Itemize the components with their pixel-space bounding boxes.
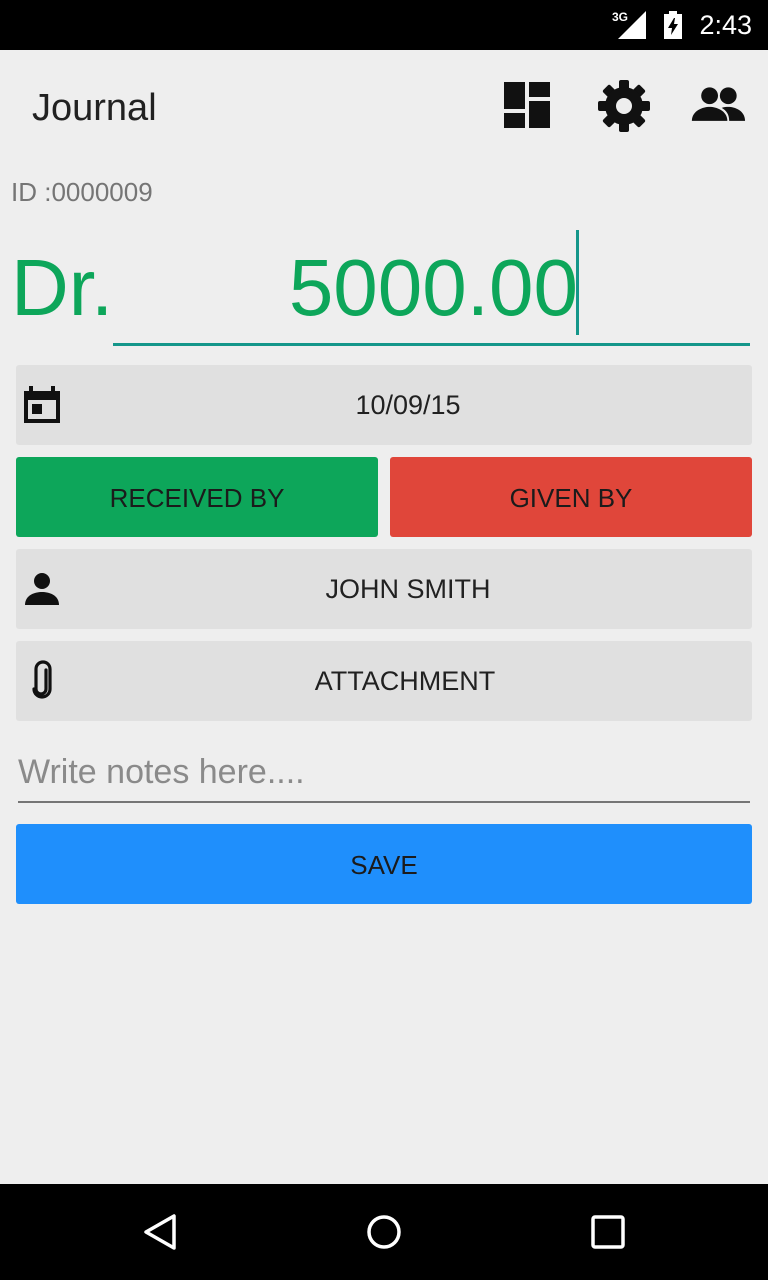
notes-field[interactable] <box>18 745 750 803</box>
back-icon[interactable] <box>136 1208 184 1256</box>
recents-icon[interactable] <box>584 1208 632 1256</box>
contact-label: JOHN SMITH <box>325 574 491 604</box>
page-title: Journal <box>32 87 157 129</box>
given-by-button[interactable]: GIVEN BY <box>390 457 752 537</box>
signal-icon <box>618 11 646 39</box>
app-bar: Journal <box>0 50 768 168</box>
dashboard-icon[interactable] <box>500 78 556 134</box>
attachment-button[interactable]: ATTACHMENT <box>16 641 752 721</box>
settings-icon[interactable] <box>596 78 652 134</box>
received-by-button[interactable]: RECEIVED BY <box>16 457 378 537</box>
date-label: 10/09/15 <box>355 390 461 420</box>
navigation-bar <box>0 1184 768 1280</box>
entry-id: ID :0000009 <box>11 177 153 207</box>
notes-input[interactable] <box>18 745 750 799</box>
amount-field[interactable]: 5000.00 <box>113 230 750 346</box>
attachment-label: ATTACHMENT <box>314 666 496 696</box>
status-time: 2:43 <box>699 10 752 40</box>
people-icon[interactable] <box>690 78 746 134</box>
date-button[interactable]: 10/09/15 <box>16 365 752 445</box>
amount-value[interactable]: 5000.00 <box>289 242 578 334</box>
contact-button[interactable]: JOHN SMITH <box>16 549 752 629</box>
text-cursor <box>576 230 579 335</box>
save-button[interactable]: SAVE <box>16 824 752 904</box>
home-icon[interactable] <box>360 1208 408 1256</box>
status-bar: 3G 2:43 <box>0 0 768 50</box>
battery-icon <box>664 11 682 39</box>
entry-type-label: Dr. <box>11 243 114 332</box>
